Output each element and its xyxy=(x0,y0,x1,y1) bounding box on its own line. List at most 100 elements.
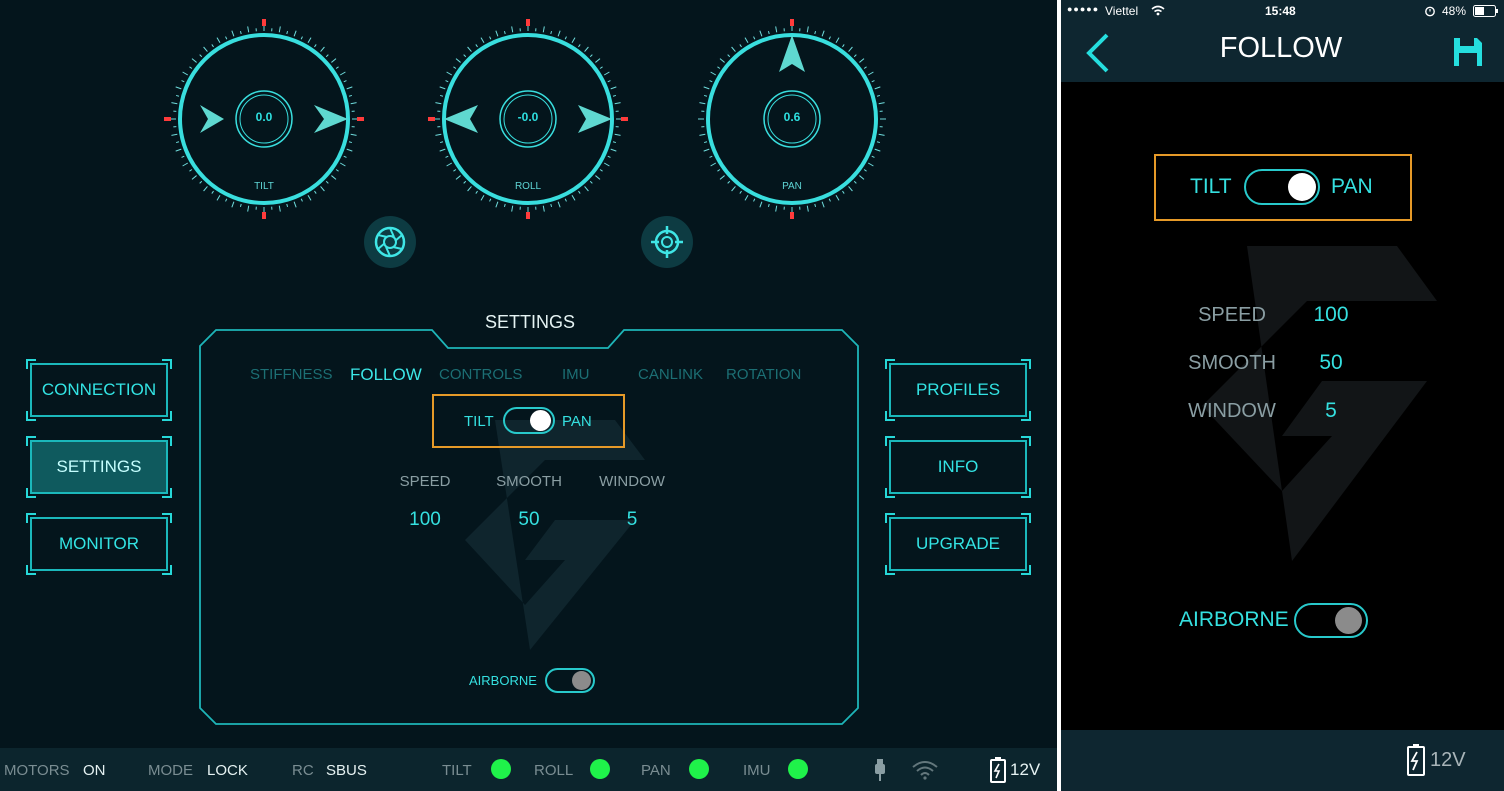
dial-tick xyxy=(278,205,281,212)
toggle-knob xyxy=(530,410,551,431)
tab-rotation[interactable]: ROTATION xyxy=(726,366,801,383)
profiles-button[interactable]: PROFILES xyxy=(885,359,1031,421)
dial-tick xyxy=(578,190,581,194)
dial-tick xyxy=(542,205,545,212)
dial-tick xyxy=(175,94,180,97)
dial-tick xyxy=(439,148,446,152)
dial-tick xyxy=(286,30,289,35)
upgrade-button-label: UPGRADE xyxy=(915,534,1001,553)
led-pan-label: PAN xyxy=(641,762,671,779)
dial-tick xyxy=(828,198,831,202)
phone-toggle-pan-label: PAN xyxy=(1331,175,1373,198)
connection-button[interactable]: CONNECTION xyxy=(26,359,172,421)
dial-tick xyxy=(821,201,825,208)
phone-tilt-pan-toggle[interactable] xyxy=(1244,169,1320,205)
dial-tick xyxy=(703,141,708,144)
battery-percent: 48% xyxy=(1442,4,1467,18)
phone-speed-value[interactable]: 100 xyxy=(1291,303,1371,327)
dial-tick xyxy=(495,30,499,37)
battery-voltage: 12V xyxy=(1010,760,1041,779)
dial-tick xyxy=(828,36,831,40)
battery-icon xyxy=(990,757,1006,783)
dial-tick xyxy=(175,86,182,90)
dial-tick xyxy=(467,186,472,192)
dial-tick xyxy=(175,148,182,152)
phone-battery-voltage: 12V xyxy=(1430,749,1466,771)
dial-red-marker xyxy=(428,117,435,121)
ios-status-bar: ●●●●● Viettel 15:48 48% xyxy=(1061,0,1504,22)
dial-tick xyxy=(182,71,189,76)
tilt-pan-toggle[interactable] xyxy=(503,407,555,434)
dial-tick xyxy=(863,169,867,172)
brand-watermark xyxy=(465,420,645,650)
dial-tick xyxy=(853,180,857,184)
led-tilt-label: TILT xyxy=(442,762,472,779)
dial-tick xyxy=(578,44,581,48)
dial-tick xyxy=(610,148,617,152)
dial-tick xyxy=(225,36,228,40)
tab-stiffness[interactable]: STIFFNESS xyxy=(250,366,333,383)
tab-canlink[interactable]: CANLINK xyxy=(638,366,703,383)
dial-tick xyxy=(331,175,337,180)
dial-tick xyxy=(612,94,617,97)
dial-tick xyxy=(595,58,601,63)
monitor-button-label: MONITOR xyxy=(59,534,139,553)
smooth-value[interactable]: 50 xyxy=(489,509,569,531)
airborne-toggle[interactable] xyxy=(545,668,595,693)
dial-tick xyxy=(307,194,312,201)
phone-window-value[interactable]: 5 xyxy=(1291,399,1371,423)
tablet-screen: 0.0 TILT -0.0 ROLL 0.6 PAN CONNECTION SE… xyxy=(0,0,1057,791)
tab-imu[interactable]: IMU xyxy=(562,366,590,383)
led-roll-indicator xyxy=(590,759,610,779)
dial-tick xyxy=(710,71,717,76)
speed-value[interactable]: 100 xyxy=(385,509,465,531)
dial-tick xyxy=(607,80,611,83)
dial-tick xyxy=(335,66,339,69)
ios-battery-icon xyxy=(1473,5,1498,17)
window-value[interactable]: 5 xyxy=(592,509,672,531)
rc-label: RC xyxy=(292,762,314,779)
dial-tick xyxy=(878,102,885,105)
target-button[interactable] xyxy=(641,216,693,268)
dial-tick xyxy=(339,71,346,76)
dial-tick xyxy=(703,86,710,90)
dial-tick xyxy=(182,162,189,167)
led-imu-indicator xyxy=(788,759,808,779)
back-arrow-icon[interactable] xyxy=(1085,32,1111,74)
dial-tick xyxy=(557,30,561,37)
speed-label: SPEED xyxy=(399,473,451,490)
upgrade-button[interactable]: UPGRADE xyxy=(885,513,1031,575)
dial-tick xyxy=(876,141,881,144)
phone-airborne-label: AIRBORNE xyxy=(1179,608,1289,631)
phone-smooth-value[interactable]: 50 xyxy=(1291,351,1371,375)
connection-button-label: CONNECTION xyxy=(41,380,157,399)
dial-tick xyxy=(307,37,312,44)
dial-tick xyxy=(239,203,242,208)
dial-tick xyxy=(727,54,731,58)
dial-tick xyxy=(231,30,235,37)
tab-controls[interactable]: CONTROLS xyxy=(439,366,522,383)
monitor-button[interactable]: MONITOR xyxy=(26,513,172,575)
save-icon[interactable] xyxy=(1452,36,1484,68)
dial-red-marker xyxy=(790,19,794,26)
dial-tick xyxy=(599,66,603,69)
dial-tick xyxy=(859,58,865,63)
mode-label: MODE xyxy=(148,762,193,779)
aperture-button[interactable] xyxy=(364,216,416,268)
dial-tick xyxy=(247,26,250,33)
dial-tick xyxy=(584,186,589,192)
tab-follow[interactable]: FOLLOW xyxy=(350,365,422,385)
dial-tick xyxy=(489,36,492,40)
info-button[interactable]: INFO xyxy=(885,436,1031,498)
settings-button[interactable]: SETTINGS xyxy=(26,436,172,498)
dial-tick xyxy=(612,141,617,144)
dial-red-marker xyxy=(262,212,266,219)
dial-tick xyxy=(744,37,749,44)
settings-title: SETTINGS xyxy=(484,312,575,332)
dial-tick xyxy=(171,133,178,136)
dial-tick xyxy=(871,155,875,158)
phone-airborne-toggle[interactable] xyxy=(1294,603,1368,638)
led-roll-label: ROLL xyxy=(534,762,574,779)
crosshair-icon xyxy=(651,226,683,258)
dial-red-marker xyxy=(262,19,266,26)
